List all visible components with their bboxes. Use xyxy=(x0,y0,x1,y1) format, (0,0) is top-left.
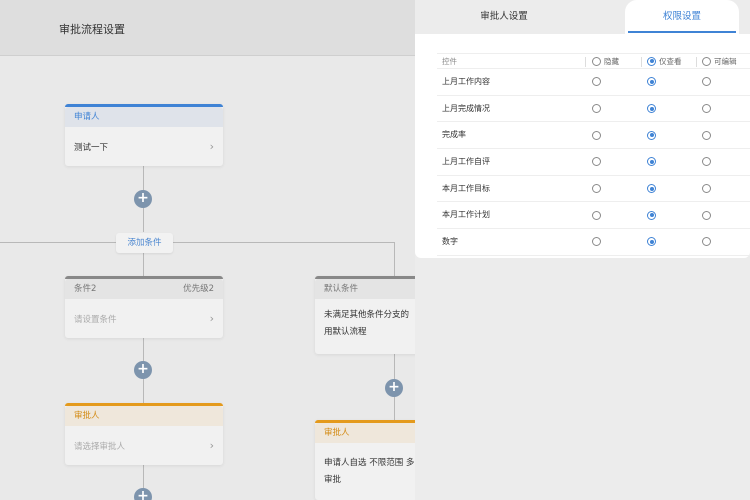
chevron-right-icon: › xyxy=(209,439,214,452)
permission-option-hide[interactable] xyxy=(592,202,601,228)
approver-header: 审批人 xyxy=(324,428,350,438)
header-editable-option[interactable]: 可编辑 xyxy=(702,54,737,68)
radio-button[interactable] xyxy=(592,104,601,114)
connector-line xyxy=(0,242,395,243)
radio-button[interactable] xyxy=(647,237,656,247)
condition-title: 条件2 xyxy=(74,284,97,294)
connector-line xyxy=(394,242,395,276)
add-condition-button[interactable]: 添加条件 xyxy=(116,233,173,253)
radio-button[interactable] xyxy=(702,77,711,87)
table-row: 完成率 xyxy=(437,122,750,150)
radio-button[interactable] xyxy=(647,130,656,140)
permission-option-editable[interactable] xyxy=(702,176,711,202)
permission-option-editable[interactable] xyxy=(702,69,711,95)
approver-node[interactable]: 审批人 请选择审批人 › xyxy=(65,403,223,465)
permission-option-editable[interactable] xyxy=(702,122,711,148)
add-node-plus-icon[interactable]: + xyxy=(385,379,403,397)
permission-option-view_only[interactable] xyxy=(647,69,656,95)
header-hide-option[interactable]: 隐藏 xyxy=(592,54,619,68)
permission-option-hide[interactable] xyxy=(592,96,601,122)
radio-button[interactable] xyxy=(592,130,601,140)
tab-approver-settings[interactable]: 审批人设置 xyxy=(415,0,593,34)
radio-button[interactable] xyxy=(592,157,601,167)
radio-button[interactable] xyxy=(702,56,711,66)
permission-option-editable[interactable] xyxy=(702,96,711,122)
table-row: 上月工作内容 xyxy=(437,69,750,96)
tab-permission-settings[interactable]: 权限设置 xyxy=(625,0,739,34)
control-name: 本月工作计划 xyxy=(442,210,490,220)
control-name: 完成率 xyxy=(442,130,466,140)
condition-2-node[interactable]: 条件2 优先级2 请设置条件 › xyxy=(65,276,223,338)
add-node-plus-icon[interactable]: + xyxy=(134,361,152,379)
permission-option-editable[interactable] xyxy=(702,229,711,255)
radio-button[interactable] xyxy=(592,237,601,247)
permission-option-hide[interactable] xyxy=(592,229,601,255)
radio-button[interactable] xyxy=(647,104,656,114)
table-row: 上月完成情况 xyxy=(437,96,750,123)
radio-button[interactable] xyxy=(702,130,711,140)
radio-button[interactable] xyxy=(647,184,656,194)
radio-button[interactable] xyxy=(592,210,601,220)
permission-option-view_only[interactable] xyxy=(647,149,656,175)
permission-table: 控件 隐藏 仅查看 可编辑 上月工作内容 上月完成情况 完成率上月工作自评 本月工作目… xyxy=(437,53,750,256)
radio-button[interactable] xyxy=(702,104,711,114)
condition-placeholder: 请设置条件 xyxy=(74,314,117,325)
chevron-right-icon: › xyxy=(209,312,214,325)
permission-option-view_only[interactable] xyxy=(647,202,656,228)
radio-button[interactable] xyxy=(702,157,711,167)
permission-option-editable[interactable] xyxy=(702,202,711,228)
permission-option-hide[interactable] xyxy=(592,149,601,175)
settings-drawer: 审批人设置 权限设置 控件 隐藏 仅查看 可编辑 上月工作内容 上月完成情况 完成率… xyxy=(415,0,750,500)
table-row: 数字 xyxy=(437,229,750,256)
permission-option-hide[interactable] xyxy=(592,122,601,148)
radio-button[interactable] xyxy=(702,237,711,247)
permission-option-view_only[interactable] xyxy=(647,229,656,255)
table-row: 本月工作计划 xyxy=(437,202,750,230)
control-name: 数字 xyxy=(442,237,458,247)
permission-option-view_only[interactable] xyxy=(647,96,656,122)
radio-button[interactable] xyxy=(702,210,711,220)
connector-line xyxy=(143,253,144,276)
add-node-plus-icon[interactable]: + xyxy=(134,488,152,500)
page-title: 审批流程设置 xyxy=(59,23,125,36)
drawer-tabs: 审批人设置 权限设置 xyxy=(415,0,750,34)
radio-button[interactable] xyxy=(647,157,656,167)
add-node-plus-icon[interactable]: + xyxy=(134,190,152,208)
control-name: 本月工作目标 xyxy=(442,183,490,193)
radio-button[interactable] xyxy=(592,184,601,194)
table-row: 本月工作目标 xyxy=(437,176,750,203)
header-view-only-option[interactable]: 仅查看 xyxy=(647,54,682,68)
approver-placeholder: 请选择审批人 xyxy=(74,441,126,452)
permission-option-view_only[interactable] xyxy=(647,176,656,202)
radio-button[interactable] xyxy=(592,56,601,66)
permission-table-header: 控件 隐藏 仅查看 可编辑 xyxy=(437,53,750,69)
condition-priority: 优先级2 xyxy=(183,284,214,294)
control-name: 上月工作自评 xyxy=(442,157,490,167)
permission-option-hide[interactable] xyxy=(592,176,601,202)
approver-header: 审批人 xyxy=(74,411,100,421)
control-name: 上月完成情况 xyxy=(442,103,490,113)
permission-option-view_only[interactable] xyxy=(647,122,656,148)
radio-button[interactable] xyxy=(647,56,656,66)
default-condition-title: 默认条件 xyxy=(324,284,359,294)
permission-panel: 控件 隐藏 仅查看 可编辑 上月工作内容 上月完成情况 完成率上月工作自评 本月工作目… xyxy=(415,34,750,258)
control-name: 上月工作内容 xyxy=(442,77,490,86)
radio-button[interactable] xyxy=(647,77,656,87)
column-control: 控件 xyxy=(442,57,457,66)
applicant-node-header: 申请人 xyxy=(65,107,223,127)
active-tab-indicator xyxy=(628,31,736,33)
radio-button[interactable] xyxy=(592,77,601,87)
table-row: 上月工作自评 xyxy=(437,149,750,176)
applicant-node[interactable]: 申请人 测试一下 › xyxy=(65,104,223,166)
radio-button[interactable] xyxy=(702,184,711,194)
chevron-right-icon: › xyxy=(209,140,214,153)
permission-option-hide[interactable] xyxy=(592,69,601,95)
radio-button[interactable] xyxy=(647,210,656,220)
permission-rows: 上月工作内容 上月完成情况 完成率上月工作自评 本月工作目标 本月工作计划 数字 xyxy=(437,69,750,256)
permission-option-editable[interactable] xyxy=(702,149,711,175)
applicant-value: 测试一下 xyxy=(74,142,109,153)
